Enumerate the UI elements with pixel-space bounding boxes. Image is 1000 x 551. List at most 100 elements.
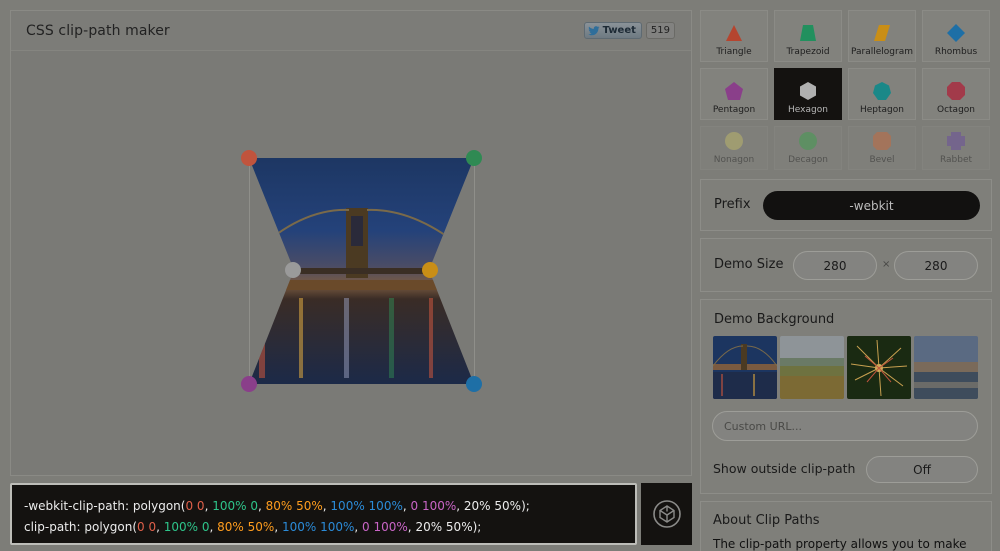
tweet-button[interactable]: Tweet (583, 22, 642, 39)
shape-tile-rhombus[interactable]: Rhombus (922, 10, 990, 62)
field-thumbnail[interactable] (780, 336, 844, 399)
code-point-5: 0 100% (410, 499, 457, 513)
prefix-panel: Prefix -webkit (700, 179, 992, 231)
bridge-night-image (713, 336, 777, 399)
shape-tile-rabbet[interactable]: Rabbet (922, 126, 990, 170)
parallelogram-icon (874, 25, 890, 41)
about-panel: About Clip Paths The clip-path property … (700, 501, 992, 551)
rabbet-icon (947, 132, 965, 150)
main-header: CSS clip-path maker Tweet 519 (11, 11, 691, 51)
webkit-code-line: -webkit-clip-path: polygon(0 0, 100% 0, … (24, 496, 623, 517)
fireworks-thumbnail[interactable] (847, 336, 911, 399)
shape-tile-octagon[interactable]: Octagon (922, 68, 990, 120)
show-outside-label: Show outside clip-path (713, 461, 856, 476)
codepen-icon (652, 500, 681, 528)
shape-label: Trapezoid (786, 47, 830, 57)
handle-middle-right[interactable] (422, 262, 438, 278)
shape-tile-parallelogram[interactable]: Parallelogram (848, 10, 916, 62)
hexagon-icon (800, 82, 816, 100)
tweet-count: 519 (645, 22, 675, 39)
shape-tile-heptagon[interactable]: Heptagon (848, 68, 916, 120)
shape-label: Pentagon (712, 105, 756, 115)
demo-canvas: CSS clip-path maker Tweet 519 (10, 10, 692, 476)
code-point-6: 20% 50% (415, 520, 473, 534)
codepen-button[interactable] (641, 483, 692, 545)
demo-size-panel: Demo Size 280 × 280 (700, 238, 992, 292)
shape-label: Hexagon (788, 105, 828, 115)
clipped-image (249, 158, 474, 384)
handle-bottom-right[interactable] (466, 376, 482, 392)
code-separator: , (354, 520, 363, 534)
size-separator: × (882, 259, 891, 270)
tweet-label: Tweet (602, 25, 636, 36)
code-separator: , (156, 520, 164, 534)
code-function: polygon( (84, 520, 137, 534)
pentagon-icon (725, 82, 743, 100)
demo-size-label: Demo Size (714, 257, 784, 272)
fireworks-image (847, 336, 911, 399)
prefix-label: Prefix (714, 197, 751, 212)
prefix-toggle[interactable]: -webkit (763, 191, 980, 220)
shape-label: Nonagon (713, 155, 755, 165)
code-point-1: 0 0 (185, 499, 205, 513)
field-image (780, 336, 844, 399)
width-input[interactable]: 280 (793, 251, 877, 280)
code-separator: , (257, 499, 266, 513)
code-point-1: 0 0 (137, 520, 157, 534)
standard-code-line: clip-path: polygon(0 0, 100% 0, 80% 50%,… (24, 517, 623, 538)
shape-label: Rabbet (939, 155, 973, 165)
code-close: ); (521, 499, 530, 513)
trapezoid-icon (800, 25, 816, 41)
code-close: ); (472, 520, 482, 534)
page-title: CSS clip-path maker (26, 22, 170, 39)
shape-label: Decagon (788, 155, 828, 165)
shape-label: Octagon (937, 105, 975, 115)
twitter-bird-icon (587, 25, 600, 35)
handle-bottom-left[interactable] (241, 376, 257, 392)
shape-label: Bevel (869, 155, 895, 165)
show-outside-toggle[interactable]: Off (866, 456, 978, 483)
shape-tile-pentagon[interactable]: Pentagon (700, 68, 768, 120)
code-separator: , (274, 520, 282, 534)
about-title: About Clip Paths (713, 513, 820, 528)
rhombus-icon (947, 24, 965, 42)
handle-middle-left[interactable] (285, 262, 301, 278)
triangle-icon (726, 25, 742, 41)
code-point-4: 100% 100% (330, 499, 403, 513)
shape-label: Parallelogram (851, 47, 913, 57)
code-property: clip-path: (24, 520, 85, 534)
code-separator: , (456, 499, 464, 513)
beach-thumbnail[interactable] (914, 336, 978, 399)
code-point-5: 0 100% (362, 520, 408, 534)
handle-top-left[interactable] (241, 150, 257, 166)
decagon-icon (799, 132, 817, 150)
clip-path-demo (239, 148, 482, 392)
handle-top-right[interactable] (466, 150, 482, 166)
shape-tile-decagon[interactable]: Decagon (774, 126, 842, 170)
height-input[interactable]: 280 (894, 251, 978, 280)
octagon-icon (947, 82, 965, 100)
shape-tile-nonagon[interactable]: Nonagon (700, 126, 768, 170)
shape-label: Rhombus (934, 47, 978, 57)
nonagon-icon (725, 132, 743, 150)
shape-tile-hexagon[interactable]: Hexagon (774, 68, 842, 120)
shape-tile-triangle[interactable]: Triangle (700, 10, 768, 62)
shape-tile-bevel[interactable]: Bevel (848, 126, 916, 170)
demo-background-label: Demo Background (714, 312, 835, 327)
code-point-6: 20% 50% (463, 499, 522, 513)
beach-image (914, 336, 978, 399)
code-point-3: 80% 50% (217, 520, 275, 534)
code-function: polygon( (132, 499, 186, 513)
custom-url-input[interactable]: Custom URL... (712, 411, 978, 441)
code-output[interactable]: -webkit-clip-path: polygon(0 0, 100% 0, … (10, 483, 637, 545)
bevel-icon (873, 132, 891, 150)
tweet-widget: Tweet 519 (583, 22, 675, 39)
code-property: -webkit-clip-path: (24, 499, 133, 513)
shape-tile-trapezoid[interactable]: Trapezoid (774, 10, 842, 62)
heptagon-icon (873, 82, 891, 100)
code-separator: , (402, 499, 411, 513)
about-text: The clip-path property allows you to mak… (713, 537, 967, 551)
shape-label: Triangle (716, 47, 752, 57)
code-point-2: 100% 0 (163, 520, 210, 534)
bridge-night-thumbnail[interactable] (713, 336, 777, 399)
